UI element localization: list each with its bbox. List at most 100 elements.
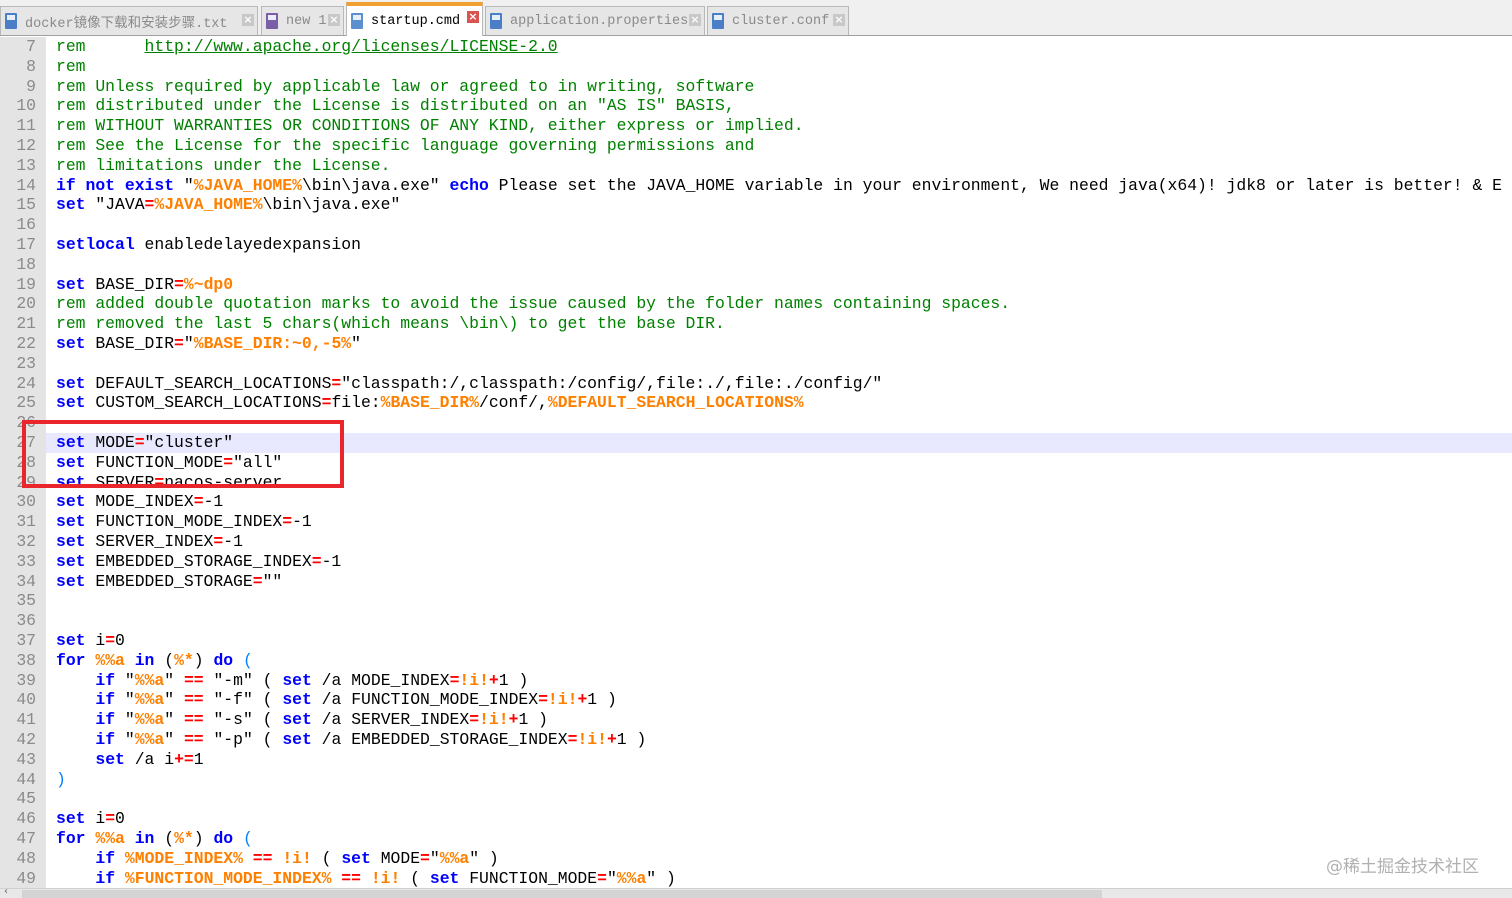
code-line[interactable]: 15 set "JAVA=%JAVA_HOME%\bin\java.exe" — [0, 195, 1512, 215]
tab-startup-cmd[interactable]: startup.cmd × — [346, 2, 483, 36]
token-operator: + — [488, 670, 499, 690]
close-icon[interactable]: × — [689, 14, 701, 26]
code-line[interactable]: 42 if "%%a" == "-p" ( set /a EMBEDDED_ST… — [0, 730, 1512, 750]
token-keyword: set — [429, 868, 460, 888]
token-text: ) — [193, 650, 214, 670]
token-operator: + — [606, 730, 617, 749]
code-line[interactable]: 38 for %%a in (%*) do ( — [0, 651, 1512, 671]
token-keyword: set — [56, 809, 86, 829]
code-text: set "JAVA=%JAVA_HOME%\bin\java.exe" — [46, 195, 1512, 215]
token-keyword: set — [282, 710, 312, 730]
code-text: rem distributed under the License is dis… — [46, 96, 1512, 116]
line-number: 14 — [16, 175, 36, 195]
tab-application-properties[interactable]: application.properties × — [485, 6, 705, 35]
code-line[interactable]: 46 set i=0 — [0, 809, 1512, 829]
token-operator: = — [538, 690, 548, 710]
token-text: "-f" ( — [203, 690, 283, 710]
annotation-highlight-box — [22, 420, 344, 488]
token-comment: rem limitations under the License. — [56, 155, 391, 175]
token-operator: == — [252, 848, 273, 868]
horizontal-scrollbar[interactable]: ‹ — [0, 886, 1512, 898]
line-number: 12 — [16, 136, 36, 155]
code-line[interactable]: 33 set EMBEDDED_STORAGE_INDEX=-1 — [0, 552, 1512, 572]
token-text: BASE_DIR — [85, 334, 175, 353]
code-line[interactable]: 7 rem http://www.apache.org/licenses/LICE… — [0, 37, 1512, 57]
code-line[interactable]: 31 set FUNCTION_MODE_INDEX=-1 — [0, 512, 1512, 532]
code-line[interactable]: 13 rem limitations under the License. — [0, 156, 1512, 176]
code-line[interactable]: 39 if "%%a" == "-m" ( set /a MODE_INDEX=… — [0, 671, 1512, 691]
code-text: rem removed the last 5 chars(which means… — [46, 314, 1512, 334]
close-icon[interactable]: × — [467, 11, 479, 23]
code-line[interactable]: 45 — [0, 789, 1512, 809]
token-text: " — [351, 334, 361, 353]
code-line[interactable]: 48 if %MODE_INDEX% == !i! ( set MODE="%%… — [0, 849, 1512, 869]
scroll-left-icon[interactable]: ‹ — [4, 886, 8, 897]
code-line[interactable]: 23 — [0, 354, 1512, 374]
token-variable: %%a — [134, 690, 165, 710]
code-line[interactable]: 17 setlocal enabledelayedexpansion — [0, 235, 1512, 255]
code-line[interactable]: 11 rem WITHOUT WARRANTIES OR CONDITIONS O… — [0, 116, 1512, 136]
code-line[interactable]: 30 set MODE_INDEX=-1 — [0, 492, 1512, 512]
token-keyword: set — [56, 492, 86, 512]
line-number: 18 — [16, 254, 36, 274]
token-link[interactable]: http://www.apache.org/licenses/LICENSE-2… — [145, 37, 558, 56]
close-icon[interactable]: × — [328, 14, 340, 26]
code-line[interactable]: 37 set i=0 — [0, 631, 1512, 651]
code-line[interactable]: 21 rem removed the last 5 chars(which mea… — [0, 314, 1512, 334]
code-text: if "%%a" == "-f" ( set /a FUNCTION_MODE_… — [46, 690, 1512, 710]
tab-docker-txt[interactable]: docker镜像下载和安装步骤.txt × — [0, 6, 258, 35]
code-line[interactable]: 14 if not exist "%JAVA_HOME%\bin\java.exe… — [0, 176, 1512, 196]
token-comment: rem added double quotation marks to avoi… — [56, 294, 1011, 314]
line-number: 16 — [16, 215, 36, 235]
code-line[interactable]: 32 set SERVER_INDEX=-1 — [0, 532, 1512, 552]
token-operator: = — [469, 710, 480, 730]
token-keyword: if — [95, 690, 116, 710]
line-number: 13 — [16, 155, 36, 175]
token-text: MODE_INDEX — [85, 492, 194, 512]
code-line[interactable]: 24 set DEFAULT_SEARCH_LOCATIONS="classpat… — [0, 374, 1512, 394]
tab-label: application.properties — [510, 13, 689, 29]
code-line[interactable]: 34 set EMBEDDED_STORAGE="" — [0, 572, 1512, 592]
close-icon[interactable]: × — [242, 14, 254, 26]
code-line[interactable]: 20 rem added double quotation marks to av… — [0, 294, 1512, 314]
code-line[interactable]: 36 — [0, 611, 1512, 631]
token-text: \bin\java.exe" — [301, 175, 450, 195]
token-keyword: set — [56, 512, 86, 532]
token-text: ) — [193, 829, 214, 848]
line-number: 15 — [16, 195, 36, 215]
token-text: /conf/, — [479, 393, 548, 413]
code-line[interactable]: 8 rem — [0, 57, 1512, 77]
token-variable: %%a — [134, 670, 165, 690]
code-line[interactable]: 49 if %FUNCTION_MODE_INDEX% == !i! ( set… — [0, 869, 1512, 888]
code-line[interactable]: 16 — [0, 215, 1512, 235]
token-operator: = — [105, 631, 116, 650]
tab-new-1[interactable]: new 1 × — [261, 6, 344, 35]
token-keyword: echo — [449, 175, 489, 195]
code-line[interactable]: 47 for %%a in (%*) do ( — [0, 829, 1512, 849]
code-line[interactable]: 41 if "%%a" == "-s" ( set /a SERVER_INDE… — [0, 710, 1512, 730]
code-line[interactable]: 9 rem Unless required by applicable law o… — [0, 77, 1512, 97]
line-number: 17 — [16, 235, 36, 254]
code-line[interactable]: 19 set BASE_DIR=%~dp0 — [0, 275, 1512, 295]
token-variable: %* — [174, 650, 194, 670]
code-text: set EMBEDDED_STORAGE_INDEX=-1 — [46, 552, 1512, 572]
close-icon[interactable]: × — [833, 14, 845, 26]
code-line[interactable]: 18 — [0, 255, 1512, 275]
code-line[interactable]: 10 rem distributed under the License is d… — [0, 96, 1512, 116]
token-variable: %%a — [134, 710, 165, 730]
scrollbar-thumb[interactable] — [22, 890, 1102, 898]
code-line[interactable]: 22 set BASE_DIR="%BASE_DIR:~0,-5%" — [0, 334, 1512, 354]
code-line[interactable]: 44) — [0, 770, 1512, 790]
code-line[interactable]: 12 rem See the License for the specific l… — [0, 136, 1512, 156]
code-line[interactable]: 25 set CUSTOM_SEARCH_LOCATIONS=file:%BASE… — [0, 393, 1512, 413]
token-keyword: set — [56, 571, 86, 591]
code-line[interactable]: 43 set /a i+=1 — [0, 750, 1512, 770]
code-line[interactable]: 40 if "%%a" == "-f" ( set /a FUNCTION_MO… — [0, 690, 1512, 710]
code-line[interactable]: 35 — [0, 591, 1512, 611]
tab-cluster-conf[interactable]: cluster.conf × — [707, 6, 849, 35]
